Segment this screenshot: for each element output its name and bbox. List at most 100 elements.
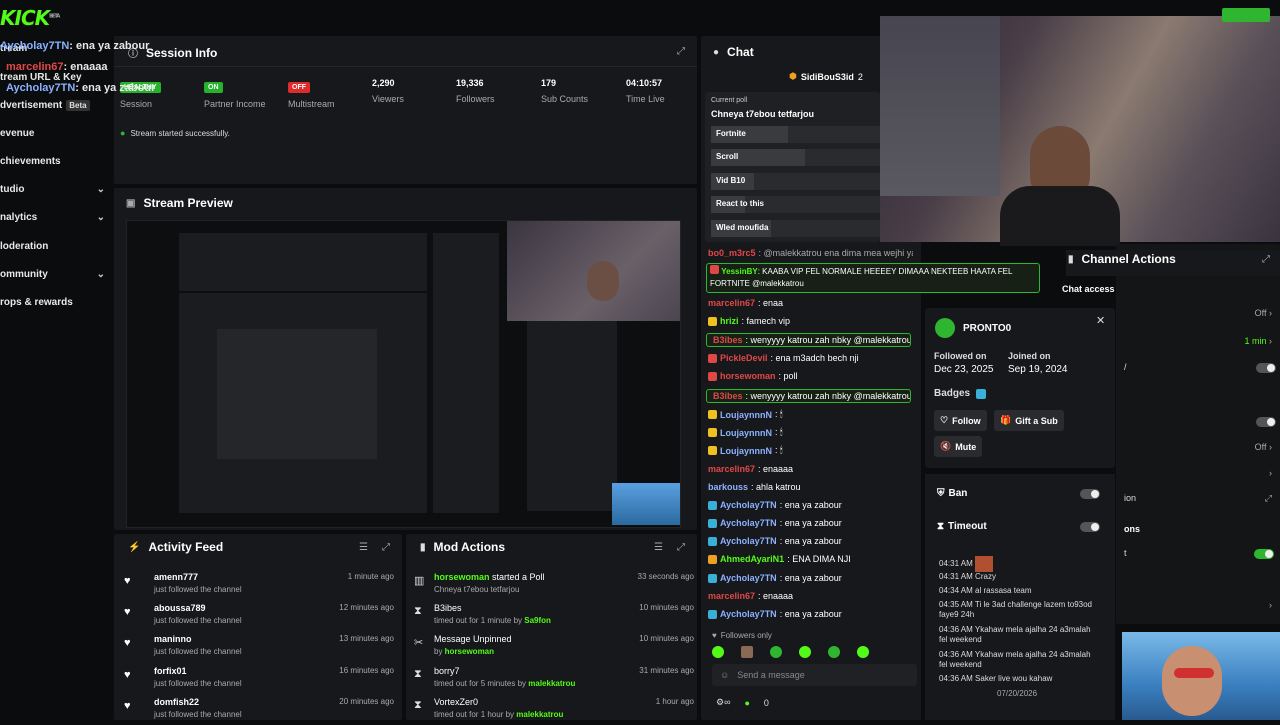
chat-message[interactable]: marcelin67: enaaaa	[708, 591, 913, 601]
chat-message[interactable]: LoujaynnnN: 🕯	[708, 427, 913, 438]
chat-message[interactable]: Aycholay7TN: ena ya zabour	[708, 609, 913, 619]
close-icon[interactable]: ✕	[1096, 314, 1105, 327]
gift-sub-button[interactable]: 🎁 Gift a Sub	[994, 410, 1064, 431]
mod-action-row[interactable]: ✂ Message Unpinned by horsewoman 10 minutes…	[414, 634, 694, 662]
send-message-input[interactable]: ☺ Send a message	[712, 664, 917, 686]
activity-row[interactable]: ♥ forfix01 just followed the channel 16 min…	[124, 666, 394, 694]
sidebar: KICKBETA tream tream URL & Key dvertisem…	[0, 0, 110, 720]
overlay-message: : ena ya zabour	[75, 82, 156, 94]
sidebar-item-community[interactable]: ommunity ⌄	[0, 264, 105, 284]
chat-text: : KAABA VIP FEL NORMALE HEEEEY DIMAAA NE…	[757, 267, 1013, 276]
mute-button[interactable]: 🔇 Mute	[934, 436, 983, 457]
setting-row[interactable]: 1 min ›	[1244, 336, 1272, 346]
mod-action-title: borry7	[434, 666, 460, 676]
chat-message[interactable]: marcelin67: enaaaa	[708, 464, 913, 474]
chat-message[interactable]: LoujaynnnN: 🕯	[708, 445, 913, 456]
log-time: 04:36 AM	[939, 625, 973, 634]
chat-username: YessinBY	[721, 267, 758, 276]
setting-row[interactable]: Off ›	[1255, 442, 1272, 452]
mod-action-time: 33 seconds ago	[637, 572, 695, 581]
kick-logo[interactable]: KICKBETA	[0, 6, 60, 30]
emote-icon[interactable]	[857, 646, 869, 658]
chat-message[interactable]: Aycholay7TN: ena ya zabour	[708, 536, 913, 546]
stream-preview-video[interactable]	[126, 220, 681, 528]
chat-message[interactable]: Aycholay7TN: ena ya zabour	[708, 573, 913, 583]
expand-icon[interactable]: ⤢	[1262, 254, 1270, 265]
chat-message[interactable]: bo0_m3rc5: @malekkatrou ena dima mea wej…	[708, 248, 913, 258]
sidebar-item-drops-rewards[interactable]: rops & rewards	[0, 292, 105, 312]
activity-row[interactable]: ♥ domfish22 just followed the channel 20 mi…	[124, 697, 394, 725]
chat-message[interactable]: hrizi: famech vip	[708, 316, 913, 326]
setting-toggle[interactable]	[1254, 549, 1274, 559]
poll-option[interactable]: Scroll	[711, 149, 881, 166]
chat-message[interactable]: AhmedAyariN1: ENA DIMA NJI	[708, 554, 913, 564]
chat-text: : ena ya zabour	[779, 609, 842, 619]
emote-icon[interactable]	[741, 646, 753, 658]
chat-message-highlighted[interactable]: B3ibes: wenyyyy katrou zah nbky @malekka…	[706, 389, 911, 403]
chat-bubble-icon: ●	[713, 46, 720, 58]
chat-message[interactable]: PickleDevil: ena m3adch bech nji	[708, 353, 913, 363]
face-shape	[1162, 646, 1222, 716]
activity-time: 20 minutes ago	[339, 697, 394, 706]
settings-icon[interactable]: ⚙∞	[716, 697, 730, 708]
poll-option[interactable]: Wled moufida	[711, 220, 881, 237]
emote-icon[interactable]	[712, 646, 724, 658]
chat-text: : ena ya zabour	[779, 536, 842, 546]
joined-date: Sep 19, 2024	[1008, 364, 1068, 375]
setting-row[interactable]: Off ›	[1255, 308, 1272, 318]
poll-option-label: React to this	[716, 199, 765, 208]
current-poll: Current poll Chneya t7ebou tetfarjou For…	[705, 92, 881, 242]
chat-message-highlighted[interactable]: B3ibes: wenyyyy katrou zah nbky @malekka…	[706, 333, 911, 347]
expand-icon[interactable]: ⤢	[382, 542, 390, 553]
check-circle-icon: ●	[120, 128, 126, 138]
heart-icon: ♥	[124, 637, 131, 649]
ban-toggle[interactable]	[1080, 489, 1100, 499]
follow-button[interactable]: ♡ Follow	[934, 410, 987, 431]
poll-option[interactable]: Fortnite	[711, 126, 881, 143]
mod-action-row[interactable]: ⧗ VortexZer0 timed out for 1 hour by malek…	[414, 697, 694, 725]
filter-icon[interactable]: ☰	[654, 542, 663, 553]
chat-message[interactable]: marcelin67: enaa	[708, 298, 913, 308]
expand-icon[interactable]: ⤢	[677, 46, 685, 57]
chat-message[interactable]: barkouss: ahla katrou	[708, 482, 913, 492]
sidebar-item-analytics[interactable]: nalytics ⌄	[0, 207, 105, 227]
activity-row[interactable]: ♥ maninno just followed the channel 13 minu…	[124, 634, 394, 662]
mod-action-row[interactable]: ⧗ B3ibes timed out for 1 minute by Sa9fon 1…	[414, 603, 694, 631]
emote-icon[interactable]	[770, 646, 782, 658]
chat-message-highlighted[interactable]: YessinBY: KAABA VIP FEL NORMALE HEEEEY D…	[706, 263, 1040, 293]
activity-row[interactable]: ♥ amenn777 just followed the channel 1 minu…	[124, 572, 394, 600]
kicks-icon[interactable]: ●	[744, 698, 749, 708]
chat-text: : wenyyyy katrou zah nbky @malekkatrou	[745, 391, 911, 401]
timeout-toggle[interactable]	[1080, 522, 1100, 532]
emote-icon[interactable]	[799, 646, 811, 658]
chevron-right-icon[interactable]: ›	[1269, 468, 1272, 478]
emote-icon[interactable]	[828, 646, 840, 658]
chat-message[interactable]: LoujaynnnN: 🕯	[708, 409, 913, 420]
poll-option[interactable]: React to this	[711, 196, 881, 213]
panel-title: Channel Actions	[1081, 252, 1176, 266]
expand-icon[interactable]: ⤢	[1265, 493, 1272, 504]
sidebar-item-achievements[interactable]: chievements	[0, 151, 105, 171]
poll-option[interactable]: Vid B10	[711, 173, 881, 190]
chat-message[interactable]: horsewoman: poll	[708, 371, 913, 381]
channel-actions-header: ▮ Channel Actions	[1068, 252, 1176, 266]
chevron-right-icon[interactable]: ›	[1269, 600, 1272, 610]
sidebar-item-advertisement[interactable]: dvertisement Beta	[0, 95, 105, 115]
chat-message[interactable]: Aycholay7TN: ena ya zabour	[708, 518, 913, 528]
mod-action-row[interactable]: ▥ horsewoman started a Poll Chneya t7ebou …	[414, 572, 694, 600]
sidebar-item-studio[interactable]: tudio ⌄	[0, 179, 105, 199]
setting-toggle[interactable]	[1256, 417, 1276, 427]
sidebar-item-revenue[interactable]: evenue	[0, 123, 105, 143]
sidebar-item-moderation[interactable]: loderation	[0, 236, 105, 256]
chat-access-label: Chat access	[1062, 284, 1115, 294]
go-live-button[interactable]	[1222, 8, 1270, 22]
chat-message[interactable]: Aycholay7TN: ena ya zabour	[708, 500, 913, 510]
filter-icon[interactable]: ☰	[359, 542, 368, 553]
user-log-entry: 04:36 AM Saker live wou kahaw	[939, 674, 1099, 684]
setting-toggle[interactable]	[1256, 363, 1276, 373]
expand-icon[interactable]: ⤢	[677, 542, 685, 553]
activity-row[interactable]: ♥ aboussa789 just followed the channel 12 m…	[124, 603, 394, 631]
pinned-user[interactable]: ⬢ SidiBouS3id 2	[789, 71, 863, 82]
mod-action-row[interactable]: ⧗ borry7 timed out for 5 minutes by malekk…	[414, 666, 694, 694]
activity-description: just followed the channel	[154, 647, 242, 656]
